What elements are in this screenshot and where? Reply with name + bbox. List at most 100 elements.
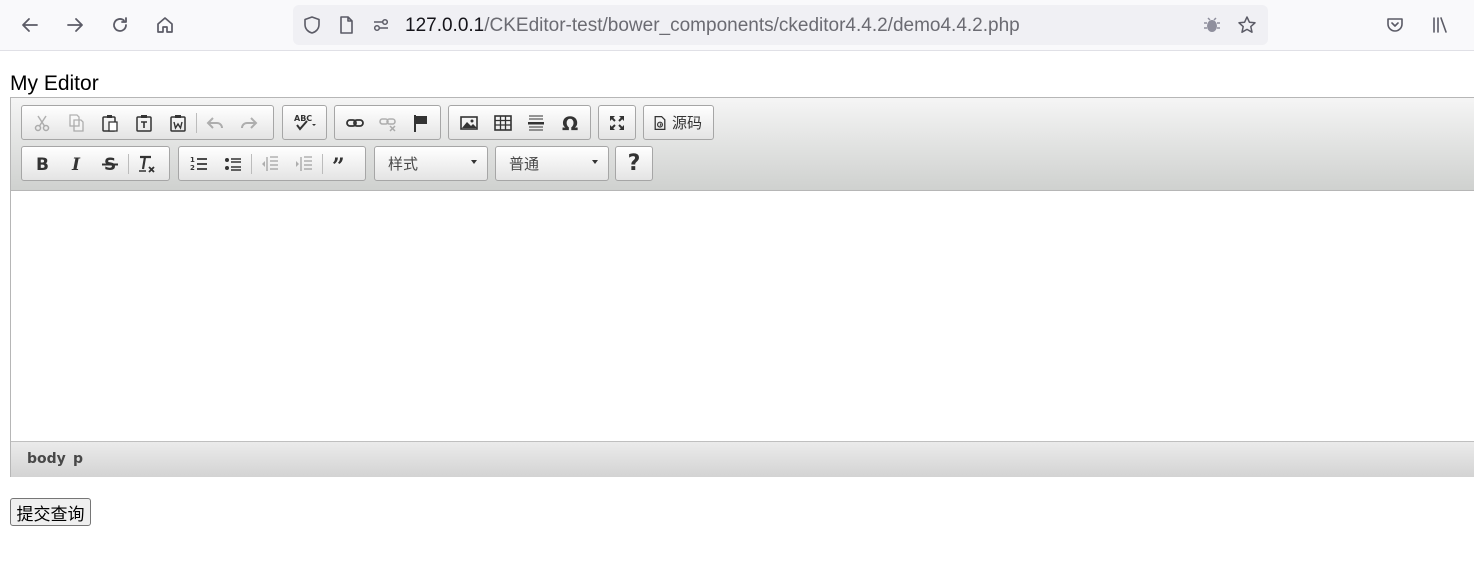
question-icon: ? xyxy=(627,151,641,176)
styles-combo[interactable]: 样式 xyxy=(374,146,488,181)
italic-icon: I xyxy=(71,155,81,174)
source-label: 源码 xyxy=(672,114,703,132)
source-button[interactable]: 源码 xyxy=(647,108,710,137)
numbered-list-icon: 12 xyxy=(190,156,207,172)
blockquote-button[interactable]: ” xyxy=(324,149,358,178)
bulleted-list-icon xyxy=(225,157,241,171)
paragraph-group: 12 ” xyxy=(178,146,366,181)
svg-text:Ω: Ω xyxy=(562,113,578,133)
unlink-button[interactable] xyxy=(371,108,404,137)
maximize-button[interactable] xyxy=(602,108,632,137)
bookmark-star-icon[interactable] xyxy=(1237,15,1257,35)
url-path: /CKEditor-test/bower_components/ckeditor… xyxy=(484,15,1020,36)
bold-icon: B xyxy=(36,155,49,174)
blockquote-icon: ” xyxy=(332,154,345,174)
chevron-down-icon xyxy=(592,160,598,164)
basicstyles-group: B I S xyxy=(21,146,170,181)
special-char-button[interactable]: Ω xyxy=(553,108,587,137)
editor-content-area[interactable] xyxy=(11,191,1474,441)
unlink-icon xyxy=(378,117,396,132)
editor-toolbar: ABC Ω 源码 B I S 1 2 ” 样式 普通 ? xyxy=(11,98,1474,191)
browser-toolbar: 127.0.0.1/CKEditor-test/bower_components… xyxy=(0,0,1474,51)
about-button[interactable]: ? xyxy=(619,149,649,178)
ckeditor: ABC Ω 源码 B I S 1 2 ” 样式 普通 ? body p xyxy=(10,97,1474,477)
svg-text:I: I xyxy=(71,155,81,174)
page-heading: My Editor xyxy=(10,72,99,95)
bug-icon[interactable] xyxy=(1202,15,1222,35)
pocket-icon xyxy=(1387,18,1403,32)
paste-icon xyxy=(102,114,118,132)
source-group: 源码 xyxy=(643,105,714,140)
paste-text-icon xyxy=(136,114,152,132)
image-button[interactable] xyxy=(452,108,486,137)
clipboard-group xyxy=(21,105,274,140)
redo-icon xyxy=(241,116,258,129)
format-combo[interactable]: 普通 xyxy=(495,146,609,181)
spellcheck-button[interactable]: ABC xyxy=(286,108,323,137)
svg-text:B: B xyxy=(36,155,49,174)
bulleted-list-button[interactable] xyxy=(216,149,250,178)
strikethrough-icon: S xyxy=(102,155,118,174)
spellcheck-group: ABC xyxy=(282,105,327,140)
paste-text-button[interactable] xyxy=(127,108,161,137)
arrow-left-icon xyxy=(22,18,38,32)
redo-button[interactable] xyxy=(232,108,266,137)
home-button[interactable] xyxy=(148,8,182,42)
toolbar-separator xyxy=(128,153,129,174)
forward-button[interactable] xyxy=(58,8,92,42)
outdent-button[interactable] xyxy=(253,149,287,178)
url-text[interactable]: 127.0.0.1/CKEditor-test/bower_components… xyxy=(405,15,1020,36)
reload-icon xyxy=(113,17,127,32)
remove-format-button[interactable] xyxy=(130,149,164,178)
address-bar[interactable]: 127.0.0.1/CKEditor-test/bower_components… xyxy=(293,5,1268,45)
bold-button[interactable]: B xyxy=(25,149,59,178)
horizontal-rule-icon xyxy=(528,115,545,130)
paste-button[interactable] xyxy=(93,108,127,137)
svg-text:2: 2 xyxy=(190,164,195,172)
submit-button[interactable]: 提交查询 xyxy=(10,498,91,526)
arrow-right-icon xyxy=(67,18,83,32)
horizontal-rule-button[interactable] xyxy=(520,108,554,137)
reload-button[interactable] xyxy=(103,8,137,42)
link-button[interactable] xyxy=(338,108,371,137)
library-icon xyxy=(1433,17,1447,33)
path-item-body[interactable]: body xyxy=(27,451,66,467)
cut-button[interactable] xyxy=(25,108,59,137)
copy-button[interactable] xyxy=(59,108,93,137)
indent-icon xyxy=(296,155,312,171)
outdent-icon xyxy=(262,155,278,171)
url-host: 127.0.0.1 xyxy=(405,15,485,36)
svg-text:1: 1 xyxy=(190,156,195,164)
indent-button[interactable] xyxy=(287,149,321,178)
strike-button[interactable]: S xyxy=(93,149,127,178)
editor-status-bar: body p xyxy=(11,441,1474,477)
flag-icon xyxy=(413,114,427,132)
format-combo-value: 普通 xyxy=(509,156,540,173)
page-icon[interactable] xyxy=(336,15,356,35)
chevron-down-icon xyxy=(471,160,477,164)
undo-button[interactable] xyxy=(198,108,232,137)
paste-word-button[interactable] xyxy=(161,108,195,137)
link-icon xyxy=(345,118,364,127)
pocket-button[interactable] xyxy=(1378,8,1412,42)
image-icon xyxy=(460,115,478,130)
back-button[interactable] xyxy=(13,8,47,42)
library-button[interactable] xyxy=(1423,8,1457,42)
table-button[interactable] xyxy=(486,108,520,137)
about-group: ? xyxy=(615,146,653,181)
omega-icon: Ω xyxy=(562,113,578,133)
copy-icon xyxy=(69,113,84,132)
toolbar-separator xyxy=(196,112,197,133)
undo-icon xyxy=(206,116,223,129)
svg-text:ABC: ABC xyxy=(294,114,312,123)
styles-combo-value: 样式 xyxy=(388,156,419,173)
path-item-p[interactable]: p xyxy=(73,451,83,467)
anchor-button[interactable] xyxy=(404,108,437,137)
numbered-list-button[interactable]: 12 xyxy=(182,149,216,178)
toolbar-separator xyxy=(251,153,252,174)
shield-icon[interactable] xyxy=(302,15,322,35)
svg-text:”: ” xyxy=(332,154,345,174)
permissions-icon[interactable] xyxy=(371,15,391,35)
maximize-group xyxy=(598,105,636,140)
italic-button[interactable]: I xyxy=(59,149,93,178)
